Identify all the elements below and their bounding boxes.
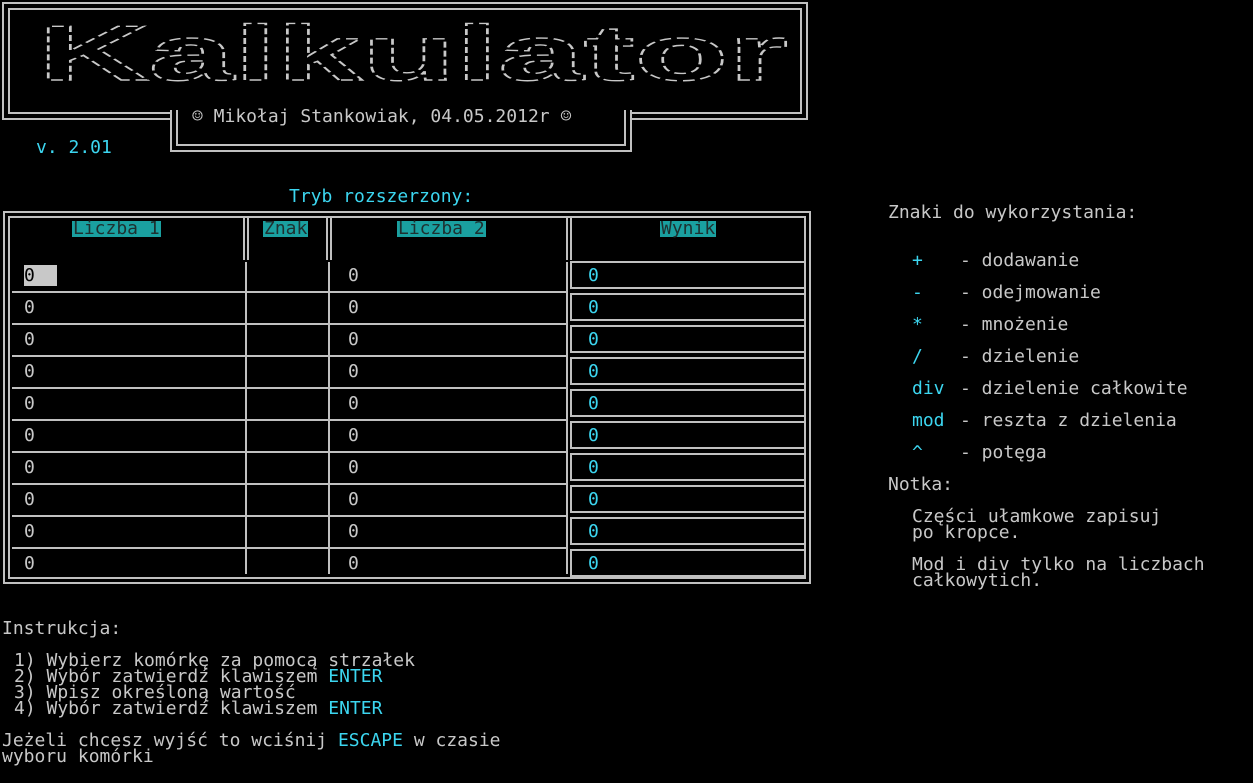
legend-symbol: mod: [912, 410, 945, 431]
cell-result: 0: [588, 393, 599, 414]
table-row: 0 0 0: [0, 452, 811, 485]
legend-description: - mnożenie: [960, 314, 1069, 335]
legend-symbol: /: [912, 346, 923, 367]
table-row: 0 0 0: [0, 484, 811, 517]
legend-description: - dodawanie: [960, 250, 1080, 271]
cell-result: 0: [588, 329, 599, 350]
title-text: Kalkulator: [38, 18, 788, 97]
legend-symbol: ^: [912, 442, 923, 463]
header-divider: [570, 218, 572, 260]
escape-key-label: ESCAPE: [337, 730, 403, 751]
cell-result: 0: [588, 425, 599, 446]
result-cell-frame: [570, 517, 806, 545]
cell-number2[interactable]: 0: [348, 491, 359, 509]
cell-number1[interactable]: 0: [24, 427, 35, 445]
instruction-step: 4) Wybór zatwierdź klawiszem ENTER: [14, 698, 383, 719]
legend-symbol: -: [912, 282, 923, 303]
cell-result: 0: [588, 489, 599, 510]
cell-number2[interactable]: 0: [348, 331, 359, 349]
legend-description: - odejmowanie: [960, 282, 1101, 303]
selected-cell-value[interactable]: 0: [24, 265, 35, 286]
legend-description: - dzielenie: [960, 346, 1080, 367]
result-cell-frame: [570, 261, 806, 289]
table-row: 0 0 0: [0, 324, 811, 357]
legend-title: Znaki do wykorzystania:: [888, 202, 1138, 223]
note-text: po kropce.: [912, 522, 1021, 543]
escape-hint-line2: wyboru komórki: [2, 746, 154, 767]
result-cell-frame: [570, 389, 806, 417]
result-cell-frame: [570, 485, 806, 513]
cell-number2[interactable]: 0: [348, 555, 359, 573]
table-row: 0 0 0: [0, 356, 811, 389]
table-row: 0 0 0: [0, 260, 811, 293]
cell-result: 0: [588, 297, 599, 318]
header-divider: [566, 218, 568, 260]
cell-number2[interactable]: 0: [348, 427, 359, 445]
cell-number1[interactable]: 0: [24, 331, 35, 349]
cell-number2[interactable]: 0: [348, 395, 359, 413]
cell-result: 0: [588, 265, 599, 286]
result-cell-frame: [570, 293, 806, 321]
header-divider: [243, 218, 245, 260]
legend-symbol: *: [912, 314, 923, 335]
cell-number2[interactable]: 0: [348, 459, 359, 477]
cell-number1[interactable]: 0: [24, 523, 35, 541]
note-text: całkowytich.: [912, 570, 1043, 591]
author-date: ☺ Mikołaj Stankowiak, 04.05.2012r ☺: [192, 106, 572, 127]
cell-number1[interactable]: 0: [24, 459, 35, 477]
header-divider: [330, 218, 332, 260]
result-cell-frame: [570, 421, 806, 449]
version-label: v. 2.01: [36, 137, 112, 158]
column-header-result: Wynik: [660, 218, 717, 239]
instructions-title: Instrukcja:: [2, 618, 122, 639]
enter-key-label: ENTER: [328, 698, 383, 719]
cell-result: 0: [588, 361, 599, 382]
table-row: 0 0 0: [0, 388, 811, 421]
table-row: 0 0 0: [0, 292, 811, 325]
title-ascii-art: Kalkulator: [37, 18, 788, 98]
column-header-number1: Liczba 1: [72, 218, 161, 239]
column-header-number2: Liczba 2: [397, 218, 486, 239]
cell-number1[interactable]: 0: [24, 555, 35, 573]
cell-number1[interactable]: 0: [24, 265, 57, 286]
cell-number1[interactable]: 0: [24, 395, 35, 413]
header-divider: [326, 218, 328, 260]
legend-symbol: +: [912, 250, 923, 271]
legend-description: - potęga: [960, 442, 1047, 463]
table-row: 0 0 0: [0, 420, 811, 453]
cell-number2[interactable]: 0: [348, 267, 359, 285]
header-divider: [247, 218, 249, 260]
cell-result: 0: [588, 521, 599, 542]
legend-description: - reszta z dzielenia: [960, 410, 1177, 431]
note-title: Notka:: [888, 474, 954, 495]
column-header-sign: Znak: [263, 218, 309, 239]
cell-number1[interactable]: 0: [24, 491, 35, 509]
cell-result: 0: [588, 553, 599, 574]
result-cell-frame: [570, 357, 806, 385]
table-row: 0 0 0: [0, 548, 811, 580]
cell-number2[interactable]: 0: [348, 363, 359, 381]
cell-number1[interactable]: 0: [24, 363, 35, 381]
mode-label: Tryb rozszerzony:: [289, 186, 474, 207]
cell-number2[interactable]: 0: [348, 523, 359, 541]
legend-symbol: div: [912, 378, 945, 399]
legend-description: - dzielenie całkowite: [960, 378, 1188, 399]
result-cell-frame: [570, 325, 806, 353]
result-cell-frame: [570, 453, 806, 481]
cell-result: 0: [588, 457, 599, 478]
cell-number2[interactable]: 0: [348, 299, 359, 317]
table-row: 0 0 0: [0, 516, 811, 549]
result-cell-frame: [570, 549, 806, 577]
enter-key-label: ENTER: [328, 666, 383, 687]
cell-number1[interactable]: 0: [24, 299, 35, 317]
